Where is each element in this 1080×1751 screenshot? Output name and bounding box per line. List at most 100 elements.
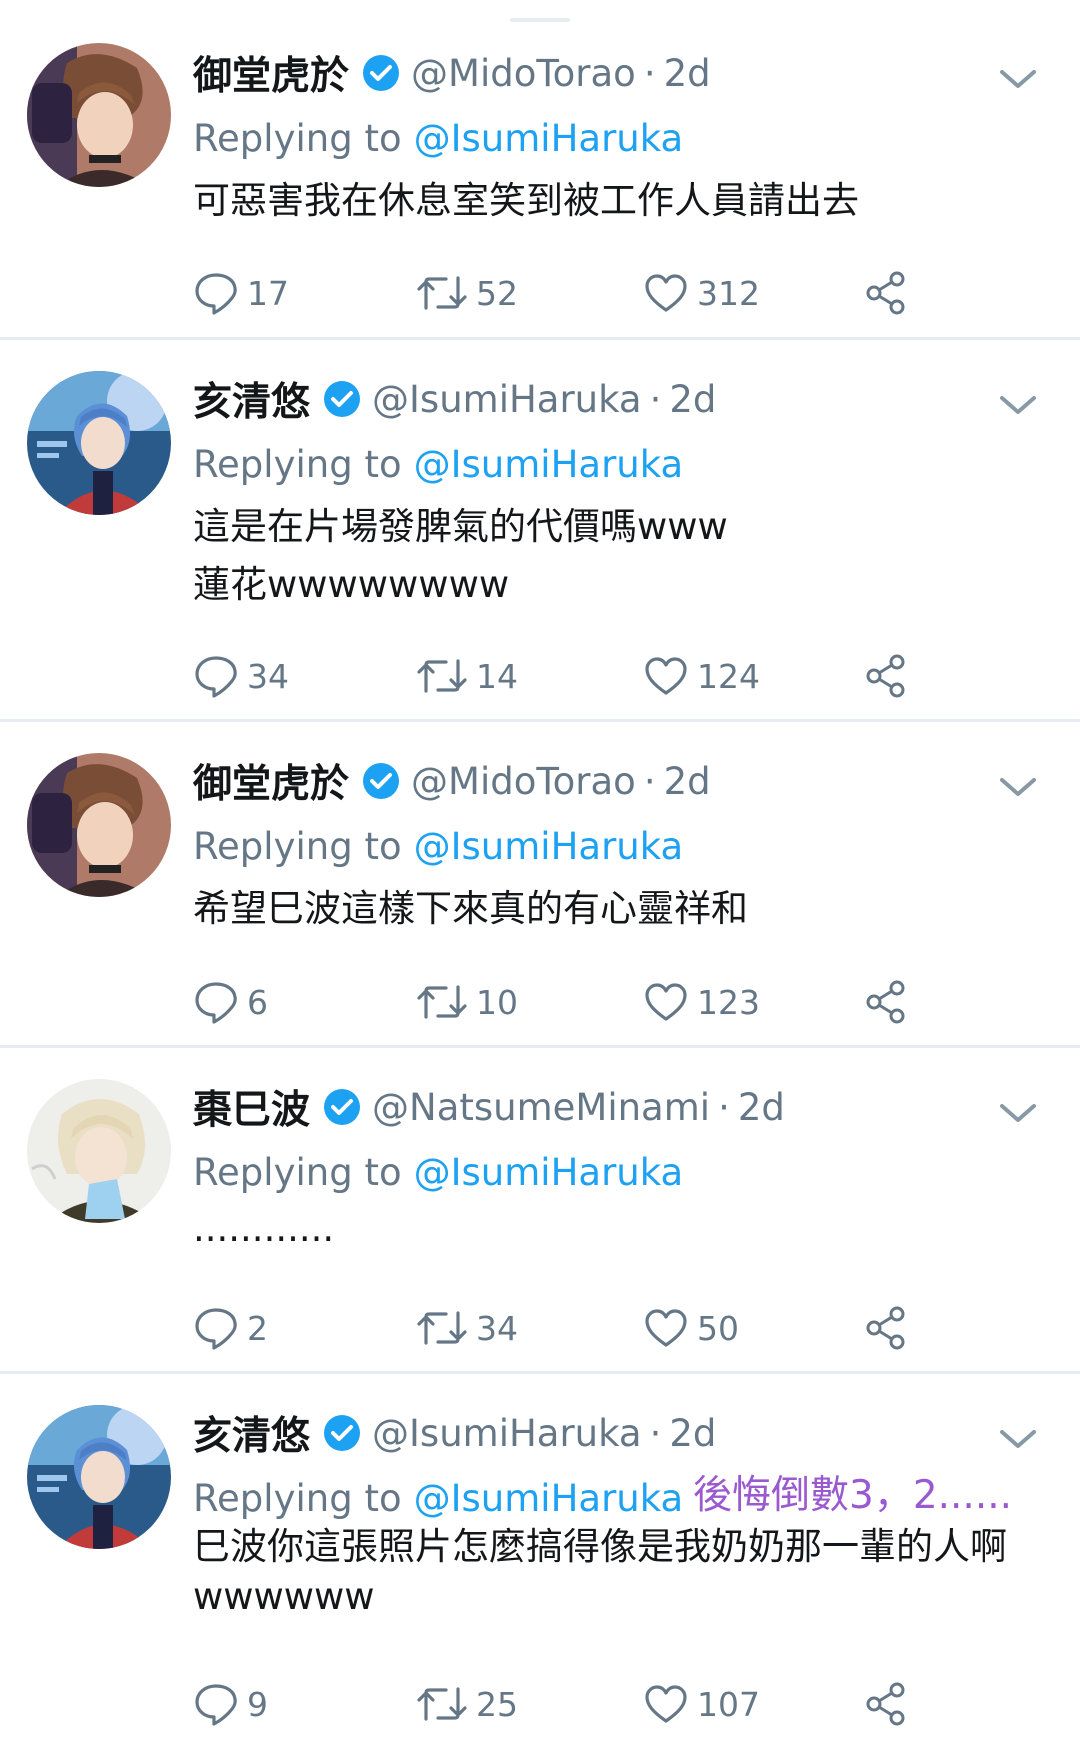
tweet-text: 這是在片場發脾氣的代價嗎www 蓮花wwwwwwww (193, 498, 1063, 614)
retweet-count: 10 (476, 982, 518, 1022)
tweet-card[interactable]: 御堂虎於 @MidoTorao · 2d Replying to @IsumiH… (0, 722, 1080, 1048)
retweet-count: 14 (476, 656, 518, 696)
heart-icon (645, 983, 687, 1021)
verified-badge-icon (361, 53, 401, 93)
user-handle[interactable]: @MidoTorao (411, 760, 636, 803)
replying-to-label: Replying to (193, 116, 402, 160)
chevron-down-icon[interactable] (996, 1424, 1040, 1454)
reply-handle-link[interactable]: @IsumiHaruka (414, 117, 684, 160)
avatar[interactable] (27, 1405, 171, 1549)
share-button[interactable] (863, 1303, 909, 1353)
tweet-actions: 6 10 123 (193, 977, 973, 1027)
timestamp[interactable]: 2d (669, 1412, 716, 1455)
like-button[interactable]: 123 (643, 977, 760, 1027)
timestamp[interactable]: 2d (664, 760, 711, 803)
separator-dot: · (643, 51, 656, 95)
replying-to: Replying to @IsumiHaruka (193, 1474, 683, 1522)
tweet-text: 可惡害我在休息室笑到被工作人員請出去 (193, 172, 1063, 230)
share-button[interactable] (863, 268, 909, 318)
separator-dot: · (649, 1411, 662, 1455)
heart-icon (645, 274, 687, 312)
like-count: 107 (697, 1684, 760, 1724)
reply-count: 17 (247, 273, 289, 313)
like-count: 50 (697, 1308, 739, 1348)
reply-handle-link[interactable]: @IsumiHaruka (414, 1477, 684, 1520)
tweet-card[interactable]: 棗巳波 @NatsumeMinami · 2d Replying to @Isu… (0, 1048, 1080, 1374)
reply-handle-link[interactable]: @IsumiHaruka (414, 825, 684, 868)
reply-count: 9 (247, 1684, 268, 1724)
reply-handle-link[interactable]: @IsumiHaruka (414, 1151, 684, 1194)
reply-count: 34 (247, 656, 289, 696)
tweet-text-line: 希望巳波這樣下來真的有心靈祥和 (193, 887, 748, 930)
heart-icon (645, 1309, 687, 1347)
tweet-text-line: 可惡害我在休息室笑到被工作人員請出去 (193, 179, 859, 222)
like-count: 124 (697, 656, 760, 696)
retweet-button[interactable]: 34 (416, 1303, 518, 1353)
avatar[interactable] (27, 1079, 171, 1223)
display-name[interactable]: 亥清悠 (193, 1405, 310, 1461)
share-button[interactable] (863, 651, 909, 701)
chevron-down-icon[interactable] (996, 1098, 1040, 1128)
avatar[interactable] (27, 371, 171, 515)
chevron-down-icon[interactable] (996, 390, 1040, 420)
share-button[interactable] (863, 977, 909, 1027)
reply-handle-link[interactable]: @IsumiHaruka (414, 443, 684, 486)
tweet-card[interactable]: 御堂虎於 @MidoTorao · 2d Replying to @IsumiH… (0, 0, 1080, 340)
tweet-header: 棗巳波 @NatsumeMinami · 2d (193, 1079, 785, 1135)
tweet-header: 亥清悠 @IsumiHaruka · 2d (193, 1405, 716, 1461)
reply-button[interactable]: 2 (193, 1303, 268, 1353)
retweet-button[interactable]: 10 (416, 977, 518, 1027)
user-handle[interactable]: @MidoTorao (411, 52, 636, 95)
replying-to-label: Replying to (193, 1476, 402, 1520)
display-name[interactable]: 御堂虎於 (193, 753, 349, 809)
avatar[interactable] (27, 753, 171, 897)
tweet-header: 御堂虎於 @MidoTorao · 2d (193, 753, 711, 809)
user-handle[interactable]: @IsumiHaruka (372, 1412, 642, 1455)
reply-button[interactable]: 17 (193, 268, 289, 318)
share-button[interactable] (863, 1679, 909, 1729)
tweet-text: 希望巳波這樣下來真的有心靈祥和 (193, 880, 1063, 938)
timestamp[interactable]: 2d (664, 52, 711, 95)
tweet-card[interactable]: 亥清悠 @IsumiHaruka · 2d Replying to @Isumi… (0, 1374, 1080, 1751)
tweet-actions: 9 25 107 (193, 1679, 973, 1729)
chevron-down-icon[interactable] (996, 772, 1040, 802)
user-handle[interactable]: @NatsumeMinami (372, 1086, 710, 1129)
tweet-text: ............ (193, 1200, 1063, 1258)
comment-icon (195, 273, 237, 315)
retweet-icon (417, 659, 467, 693)
retweet-button[interactable]: 25 (416, 1679, 518, 1729)
display-name[interactable]: 御堂虎於 (193, 45, 349, 101)
reply-button[interactable]: 6 (193, 977, 268, 1027)
tweet-text-line: 巳波你這張照片怎麼搞得像是我奶奶那一輩的人啊 (193, 1525, 1007, 1568)
avatar[interactable] (27, 43, 171, 187)
like-button[interactable]: 124 (643, 651, 760, 701)
retweet-button[interactable]: 14 (416, 651, 518, 701)
tweet-actions: 34 14 124 (193, 651, 973, 701)
comment-icon (195, 982, 237, 1024)
reply-button[interactable]: 9 (193, 1679, 268, 1729)
replying-to-label: Replying to (193, 824, 402, 868)
verified-badge-icon (322, 379, 362, 419)
heart-icon (645, 1685, 687, 1723)
tweet-text-line: 這是在片場發脾氣的代價嗎www (193, 505, 728, 548)
retweet-button[interactable]: 52 (416, 268, 518, 318)
replying-to: Replying to @IsumiHaruka (193, 1148, 683, 1196)
like-button[interactable]: 107 (643, 1679, 760, 1729)
like-button[interactable]: 50 (643, 1303, 739, 1353)
separator-dot: · (643, 759, 656, 803)
tweet-actions: 2 34 50 (193, 1303, 973, 1353)
retweet-icon (417, 1311, 467, 1345)
timestamp[interactable]: 2d (738, 1086, 785, 1129)
replying-to-label: Replying to (193, 1150, 402, 1194)
display-name[interactable]: 棗巳波 (193, 1079, 310, 1135)
replying-to: Replying to @IsumiHaruka (193, 114, 683, 162)
reply-button[interactable]: 34 (193, 651, 289, 701)
user-handle[interactable]: @IsumiHaruka (372, 378, 642, 421)
separator-dot: · (718, 1085, 730, 1129)
display-name[interactable]: 亥清悠 (193, 371, 310, 427)
retweet-count: 52 (476, 273, 518, 313)
timestamp[interactable]: 2d (669, 378, 716, 421)
like-button[interactable]: 312 (643, 268, 760, 318)
tweet-card[interactable]: 亥清悠 @IsumiHaruka · 2d Replying to @Isumi… (0, 340, 1080, 722)
chevron-down-icon[interactable] (996, 64, 1040, 94)
